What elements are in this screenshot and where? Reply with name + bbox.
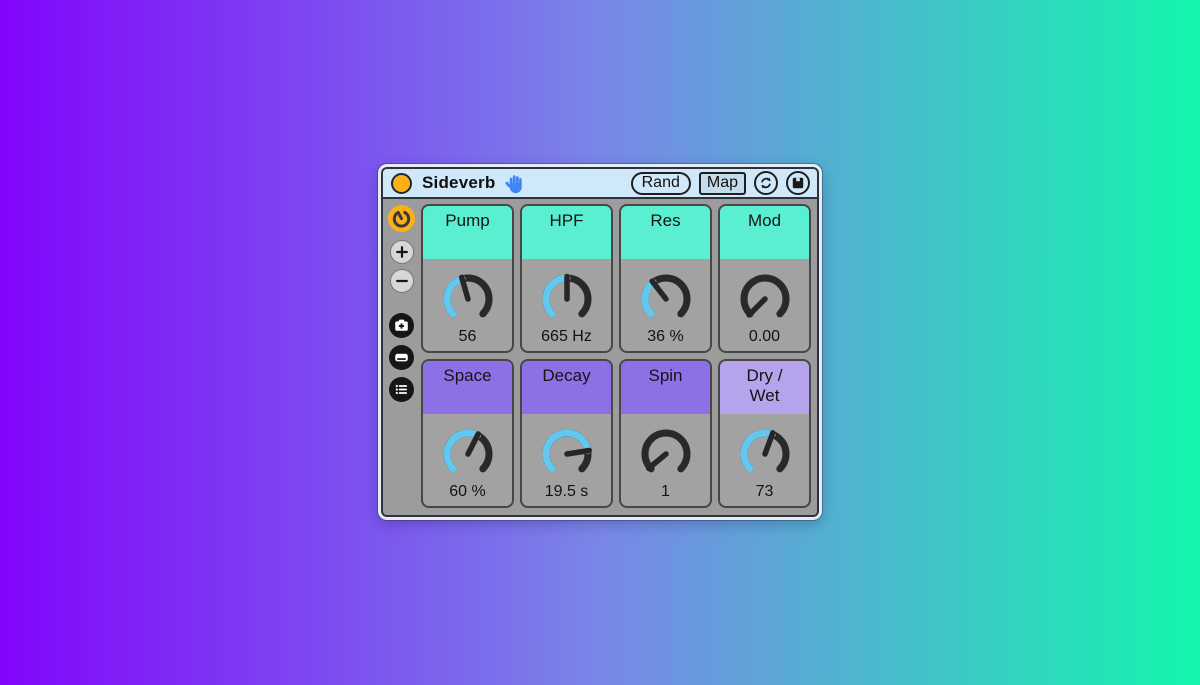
macro-knob[interactable] (636, 271, 696, 327)
variations-panel-icon[interactable] (389, 345, 414, 370)
randomize-button[interactable]: Rand (630, 171, 691, 195)
macro-cell-spin: Spin 1 (619, 359, 712, 508)
macro-value[interactable]: 1 (661, 483, 670, 501)
macro-value[interactable]: 19.5 s (545, 483, 589, 501)
macro-knob[interactable] (735, 271, 795, 327)
macro-value[interactable]: 73 (756, 483, 774, 501)
add-macro-icon[interactable] (389, 240, 414, 264)
macro-cell-mod: Mod 0.00 (718, 204, 811, 353)
macro-cell-hpf: HPF 665 Hz (520, 204, 613, 353)
save-icon[interactable] (786, 171, 810, 195)
macro-name-label[interactable]: Decay (522, 361, 611, 414)
macro-name-label[interactable]: Mod (720, 206, 809, 259)
macro-name-label[interactable]: HPF (522, 206, 611, 259)
macro-name-label[interactable]: Space (423, 361, 512, 414)
rack-side-strip (383, 199, 420, 515)
macro-knob[interactable] (537, 271, 597, 327)
device-titlebar: Sideverb Rand Map (383, 169, 817, 199)
map-mode-button[interactable]: Map (698, 171, 746, 195)
macro-cell-res: Res 36 % (619, 204, 712, 353)
new-variation-camera-icon[interactable] (389, 313, 414, 338)
macro-cell-drywet: Dry / Wet 73 (718, 359, 811, 508)
macro-value[interactable]: 0.00 (749, 328, 780, 346)
macro-knob[interactable] (438, 271, 498, 327)
macro-knob[interactable] (438, 426, 498, 482)
macro-value[interactable]: 56 (459, 328, 477, 346)
macro-cell-decay: Decay 19.5 s (520, 359, 613, 508)
randomize-cycle-icon[interactable] (754, 171, 778, 195)
macro-name-label[interactable]: Res (621, 206, 710, 259)
macro-rack-device: Sideverb Rand Map Pump 56 HPF 665 Hz Res… (378, 164, 822, 520)
macro-value[interactable]: 665 Hz (541, 328, 592, 346)
device-activator-toggle[interactable] (391, 172, 412, 194)
macro-knob[interactable] (537, 426, 597, 482)
macro-name-label[interactable]: Spin (621, 361, 710, 414)
macro-knob[interactable] (735, 426, 795, 482)
macro-grid: Pump 56 HPF 665 Hz Res 36 % Mod 0.00 Spa… (420, 199, 817, 515)
macro-name-label[interactable]: Dry / Wet (720, 361, 809, 414)
device-frame: Sideverb Rand Map Pump 56 HPF 665 Hz Res… (381, 167, 819, 517)
remove-macro-icon[interactable] (389, 269, 414, 293)
chain-list-icon[interactable] (389, 377, 414, 402)
macro-cell-pump: Pump 56 (421, 204, 514, 353)
macro-knob-toggle-icon[interactable] (388, 205, 415, 232)
macro-name-label[interactable]: Pump (423, 206, 512, 259)
macro-value[interactable]: 36 % (647, 328, 683, 346)
device-body: Pump 56 HPF 665 Hz Res 36 % Mod 0.00 Spa… (383, 199, 817, 515)
macro-cell-space: Space 60 % (421, 359, 514, 508)
macro-knob[interactable] (636, 426, 696, 482)
hand-icon (505, 175, 523, 194)
macro-value[interactable]: 60 % (449, 483, 485, 501)
device-title: Sideverb (422, 173, 496, 192)
